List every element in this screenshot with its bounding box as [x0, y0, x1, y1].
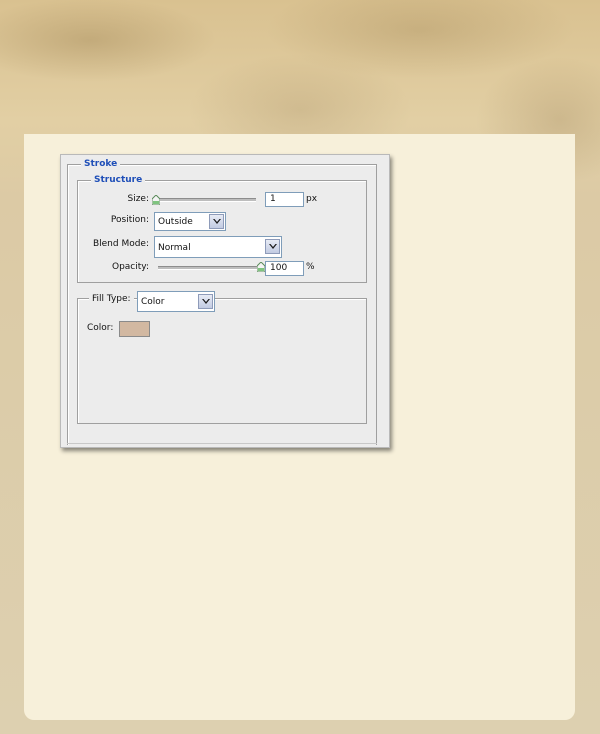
dialog-bottom-divider: [67, 443, 377, 444]
opacity-unit-label: %: [306, 262, 315, 272]
opacity-slider-track[interactable]: [158, 266, 261, 270]
opacity-input[interactable]: [265, 261, 304, 276]
blend-mode-label: Blend Mode:: [92, 239, 149, 249]
blend-mode-select-value: Normal: [158, 243, 191, 253]
size-unit-label: px: [306, 194, 318, 204]
fill-type-select-value: Color: [141, 297, 165, 307]
size-input[interactable]: [265, 192, 304, 207]
fill-group-frame: [77, 298, 367, 424]
blend-mode-select[interactable]: Normal: [154, 236, 282, 258]
position-select[interactable]: Outside: [154, 212, 226, 231]
color-swatch[interactable]: [119, 321, 150, 337]
chevron-down-icon[interactable]: [265, 239, 280, 254]
color-label: Color:: [87, 323, 114, 333]
stroke-group-title: Stroke: [81, 159, 121, 170]
chevron-down-icon[interactable]: [198, 294, 213, 309]
opacity-slider-thumb[interactable]: [257, 262, 265, 272]
fill-type-select[interactable]: Color: [137, 291, 215, 312]
chevron-down-icon[interactable]: [209, 214, 224, 229]
stroke-settings-dialog: Stroke Structure Size: px Position: Outs…: [60, 154, 390, 448]
opacity-label: Opacity:: [112, 262, 149, 272]
position-select-value: Outside: [158, 217, 193, 227]
fill-type-label: Fill Type:: [89, 293, 134, 305]
size-label: Size:: [127, 194, 149, 204]
structure-group-title: Structure: [91, 175, 146, 186]
position-label: Position:: [110, 215, 149, 225]
size-slider-thumb[interactable]: [152, 195, 160, 205]
size-slider-track[interactable]: [156, 198, 256, 202]
